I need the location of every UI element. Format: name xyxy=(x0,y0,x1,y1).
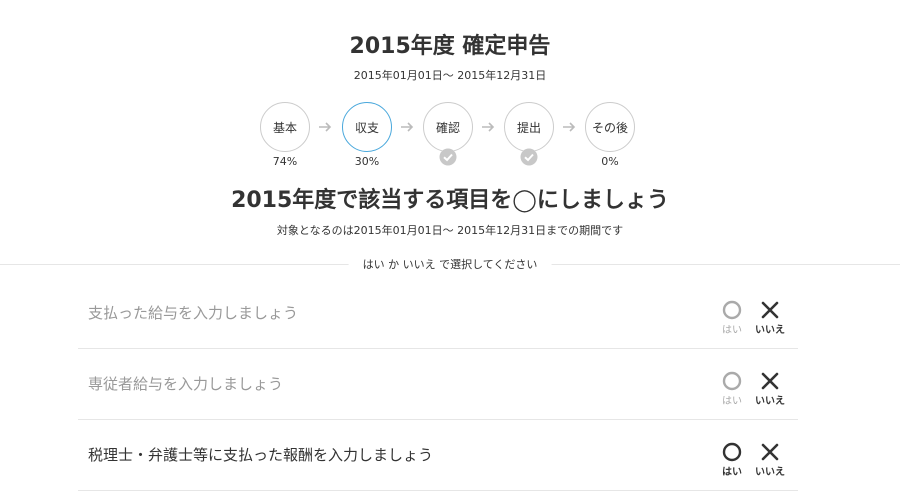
step-shushi[interactable]: 収支 30% xyxy=(341,102,393,169)
period-range: 2015年01月01日〜 2015年12月31日 xyxy=(353,69,547,82)
arrow-right-icon xyxy=(482,122,495,132)
circle-icon xyxy=(722,442,742,462)
step-teishutsu[interactable]: 提出 xyxy=(503,102,555,166)
no-button[interactable]: いいえ xyxy=(752,371,788,407)
question-list: 支払った給与を入力しましょう はい いいえ 専従者給与を入力しましょう はい い… xyxy=(78,278,798,491)
step-kakunin-circle[interactable]: 確認 xyxy=(423,102,473,152)
step-sonogo[interactable]: その後 0% xyxy=(584,102,636,169)
question-row: 専従者給与を入力しましょう はい いいえ xyxy=(78,349,798,420)
step-kakunin[interactable]: 確認 xyxy=(422,102,474,166)
step-kihon-percent: 74% xyxy=(272,155,298,168)
progress-steps: 基本 74% 収支 30% 確認 提出 その後 0% xyxy=(0,102,900,172)
question-text: 支払った給与を入力しましょう xyxy=(88,304,299,322)
question-text: 税理士・弁護士等に支払った報酬を入力しましょう xyxy=(88,446,434,464)
arrow-right-icon xyxy=(401,122,414,132)
instruction-text: はい か いいえ で選択してください xyxy=(348,256,552,272)
question-row: 支払った給与を入力しましょう はい いいえ xyxy=(78,278,798,349)
arrow-right-icon xyxy=(563,122,576,132)
section-title: 2015年度で該当する項目を◯にしましょう xyxy=(231,188,669,213)
section-note: 対象となるのは2015年01月01日〜 2015年12月31日までの期間です xyxy=(276,224,624,237)
step-kakunin-label: 確認 xyxy=(435,120,460,135)
arrow-right-icon xyxy=(319,122,332,132)
step-sonogo-circle[interactable]: その後 xyxy=(585,102,635,152)
yes-button[interactable]: はい xyxy=(714,300,750,336)
step-shushi-label: 収支 xyxy=(354,120,379,135)
circle-icon xyxy=(722,300,742,320)
step-shushi-percent: 30% xyxy=(354,155,380,168)
step-kihon[interactable]: 基本 74% xyxy=(259,102,311,169)
step-kihon-label: 基本 xyxy=(272,120,297,135)
step-teishutsu-label: 提出 xyxy=(516,120,541,135)
cross-icon xyxy=(761,372,779,390)
step-sonogo-label: その後 xyxy=(591,120,628,135)
step-kihon-circle[interactable]: 基本 xyxy=(260,102,310,152)
yes-label: はい xyxy=(722,467,742,478)
cross-icon xyxy=(761,301,779,319)
instruction-divider: はい か いいえ で選択してください xyxy=(0,256,900,274)
step-teishutsu-circle[interactable]: 提出 xyxy=(504,102,554,152)
step-sonogo-percent: 0% xyxy=(601,155,619,168)
step-shushi-circle[interactable]: 収支 xyxy=(342,102,392,152)
no-label: いいえ xyxy=(755,325,785,336)
cross-icon xyxy=(761,443,779,461)
no-button[interactable]: いいえ xyxy=(752,300,788,336)
no-button[interactable]: いいえ xyxy=(752,442,788,478)
no-label: いいえ xyxy=(755,467,785,478)
question-text: 専従者給与を入力しましょう xyxy=(88,375,284,393)
circle-icon xyxy=(722,371,742,391)
yes-label: はい xyxy=(722,325,742,336)
question-row: 税理士・弁護士等に支払った報酬を入力しましょう はい いいえ xyxy=(78,420,798,491)
yes-button[interactable]: はい xyxy=(714,371,750,407)
no-label: いいえ xyxy=(755,396,785,407)
check-icon xyxy=(439,148,457,166)
yes-button[interactable]: はい xyxy=(714,442,750,478)
page-title: 2015年度 確定申告 xyxy=(349,34,551,59)
yes-label: はい xyxy=(722,396,742,407)
check-icon xyxy=(520,148,538,166)
